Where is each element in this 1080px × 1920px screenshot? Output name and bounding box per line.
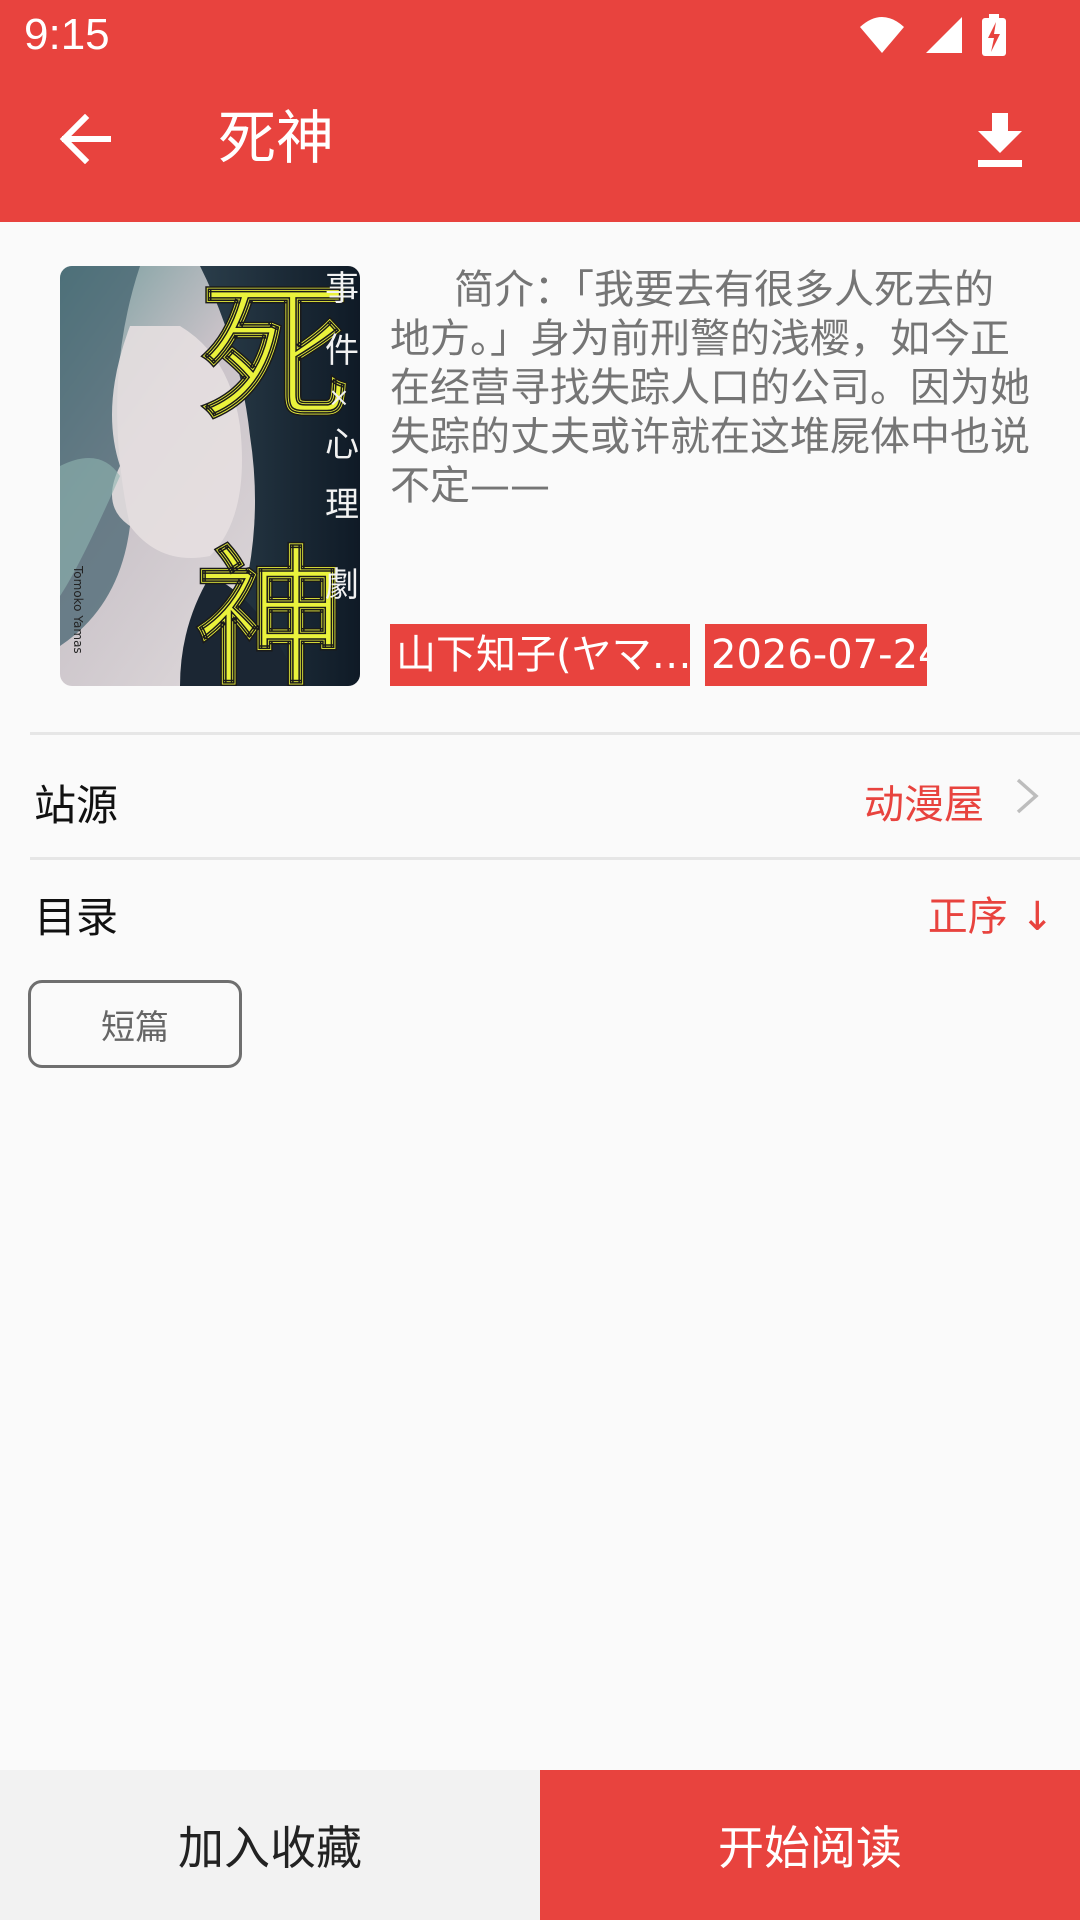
status-time: 9:15 [24,10,110,59]
book-intro: 简介：「我要去有很多人死去的地方。」身为前刑警的浅樱，如今正在经营寻找失踪人口的… [390,267,1030,509]
svg-text:事: 事 [325,269,359,309]
add-favorite-button[interactable]: 加入收藏 [0,1770,540,1920]
svg-text:心: 心 [325,425,359,465]
cover-title-char-2: 神 [195,531,345,686]
download-button[interactable] [960,102,1040,178]
arrow-left-icon [59,114,111,164]
download-icon [978,113,1022,167]
bottom-action-bar: 加入收藏 开始阅读 [0,1770,1080,1920]
chevron-right-icon[interactable] [1006,776,1046,816]
wifi-icon [860,17,904,53]
svg-text:件: 件 [325,331,359,371]
svg-text:Tomoko Yamas: Tomoko Yamas [71,565,85,654]
author-tag[interactable]: 山下知子(ヤマ… [390,624,690,686]
source-value[interactable]: 动漫屋 [864,772,984,830]
svg-text:劇: 劇 [325,565,359,605]
svg-text:理: 理 [325,485,359,525]
app-bar: 9:15 死神 [0,0,1080,222]
svg-text:×: × [328,383,350,413]
battery-charging-icon [982,14,1006,56]
start-reading-button[interactable]: 开始阅读 [540,1770,1080,1920]
chapter-button[interactable]: 短篇 [28,980,242,1068]
sort-order-toggle[interactable]: 正序 ↓ [928,884,1054,942]
book-cover-image[interactable]: 死 神 事 件 × 心 理 劇 Tomoko Yamas [60,266,360,686]
divider [30,857,1080,860]
page-title: 死神 [218,104,335,172]
status-icons [858,12,1006,58]
catalog-label: 目录 [34,893,119,942]
source-label: 站源 [34,781,119,830]
back-button[interactable] [50,104,120,174]
date-tag: 2026-07-24 [705,624,927,686]
signal-icon [926,17,962,53]
